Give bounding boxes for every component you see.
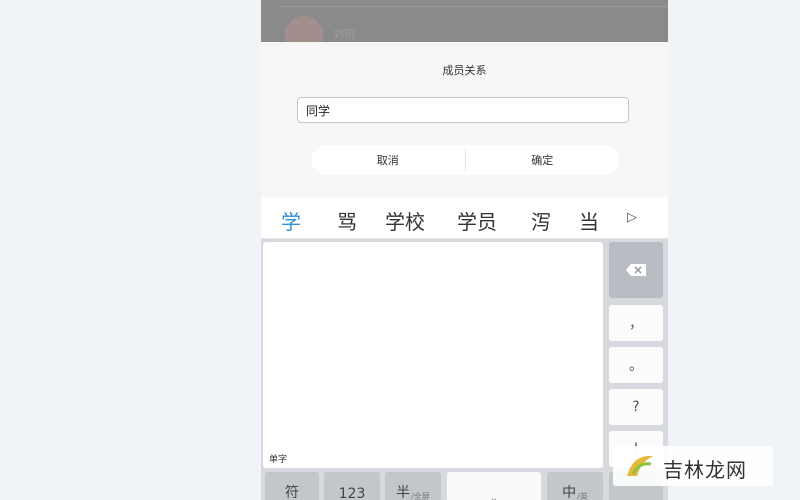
watermark: 吉林龙网 — [613, 446, 773, 486]
dialog-button-row: 取消 确定 — [311, 145, 619, 175]
space-key-label: ⎵ — [491, 488, 497, 500]
numbers-key-label: 123 — [338, 486, 366, 500]
candidate-item[interactable]: 当 — [579, 206, 599, 235]
symbols-key[interactable]: 符 — [265, 472, 319, 500]
space-key[interactable]: ⎵ — [447, 472, 541, 500]
candidate-item[interactable]: 学校 — [385, 206, 425, 235]
phone-screen: 刘阳 成员关系 取消 确定 学 骂 学校 学员 泻 当 ▷ 单字 ， 。 — [261, 0, 668, 500]
candidate-item[interactable]: 学 — [281, 206, 301, 235]
expand-candidates-icon[interactable]: ▷ — [627, 210, 637, 225]
period-key[interactable]: 。 — [609, 347, 663, 383]
candidate-item[interactable]: 泻 — [531, 206, 551, 235]
handwriting-pad[interactable]: 单字 — [263, 242, 603, 468]
chinese-english-key[interactable]: 中 /英 — [547, 472, 603, 500]
chinese-sub-label: /英 — [577, 492, 588, 500]
half-width-label: 半 — [396, 485, 411, 500]
comma-key[interactable]: ， — [609, 305, 663, 341]
candidate-item[interactable]: 骂 — [337, 206, 357, 235]
delete-key[interactable] — [609, 242, 663, 298]
chinese-label: 中 — [562, 485, 577, 500]
keyboard: 单字 ， 。 ? ! 符 123 半 /全屏 ⎵ 中 /英 — [261, 239, 668, 500]
half-width-sub-label: /全屏 — [411, 492, 430, 500]
candidate-bar: 学 骂 学校 学员 泻 当 ▷ — [261, 198, 668, 239]
half-width-key[interactable]: 半 /全屏 — [385, 472, 441, 500]
dialog-title: 成员关系 — [442, 64, 487, 77]
watermark-text: 吉林龙网 — [663, 458, 747, 482]
dimmed-background: 刘阳 — [261, 0, 668, 54]
confirm-button[interactable]: 确定 — [466, 145, 620, 175]
member-name: 刘阳 — [333, 28, 355, 41]
question-key[interactable]: ? — [609, 389, 663, 425]
backspace-icon — [626, 264, 646, 276]
handwriting-mode-label: 单字 — [269, 455, 288, 465]
watermark-logo-icon — [627, 455, 653, 476]
cancel-button[interactable]: 取消 — [311, 145, 465, 175]
candidate-item[interactable]: 学员 — [457, 206, 497, 235]
numbers-key[interactable]: 123 — [324, 472, 380, 500]
member-relation-dialog: 成员关系 取消 确定 — [261, 42, 668, 198]
symbols-key-label: 符 — [285, 485, 299, 500]
relation-input[interactable] — [297, 97, 629, 123]
divider — [279, 6, 668, 7]
